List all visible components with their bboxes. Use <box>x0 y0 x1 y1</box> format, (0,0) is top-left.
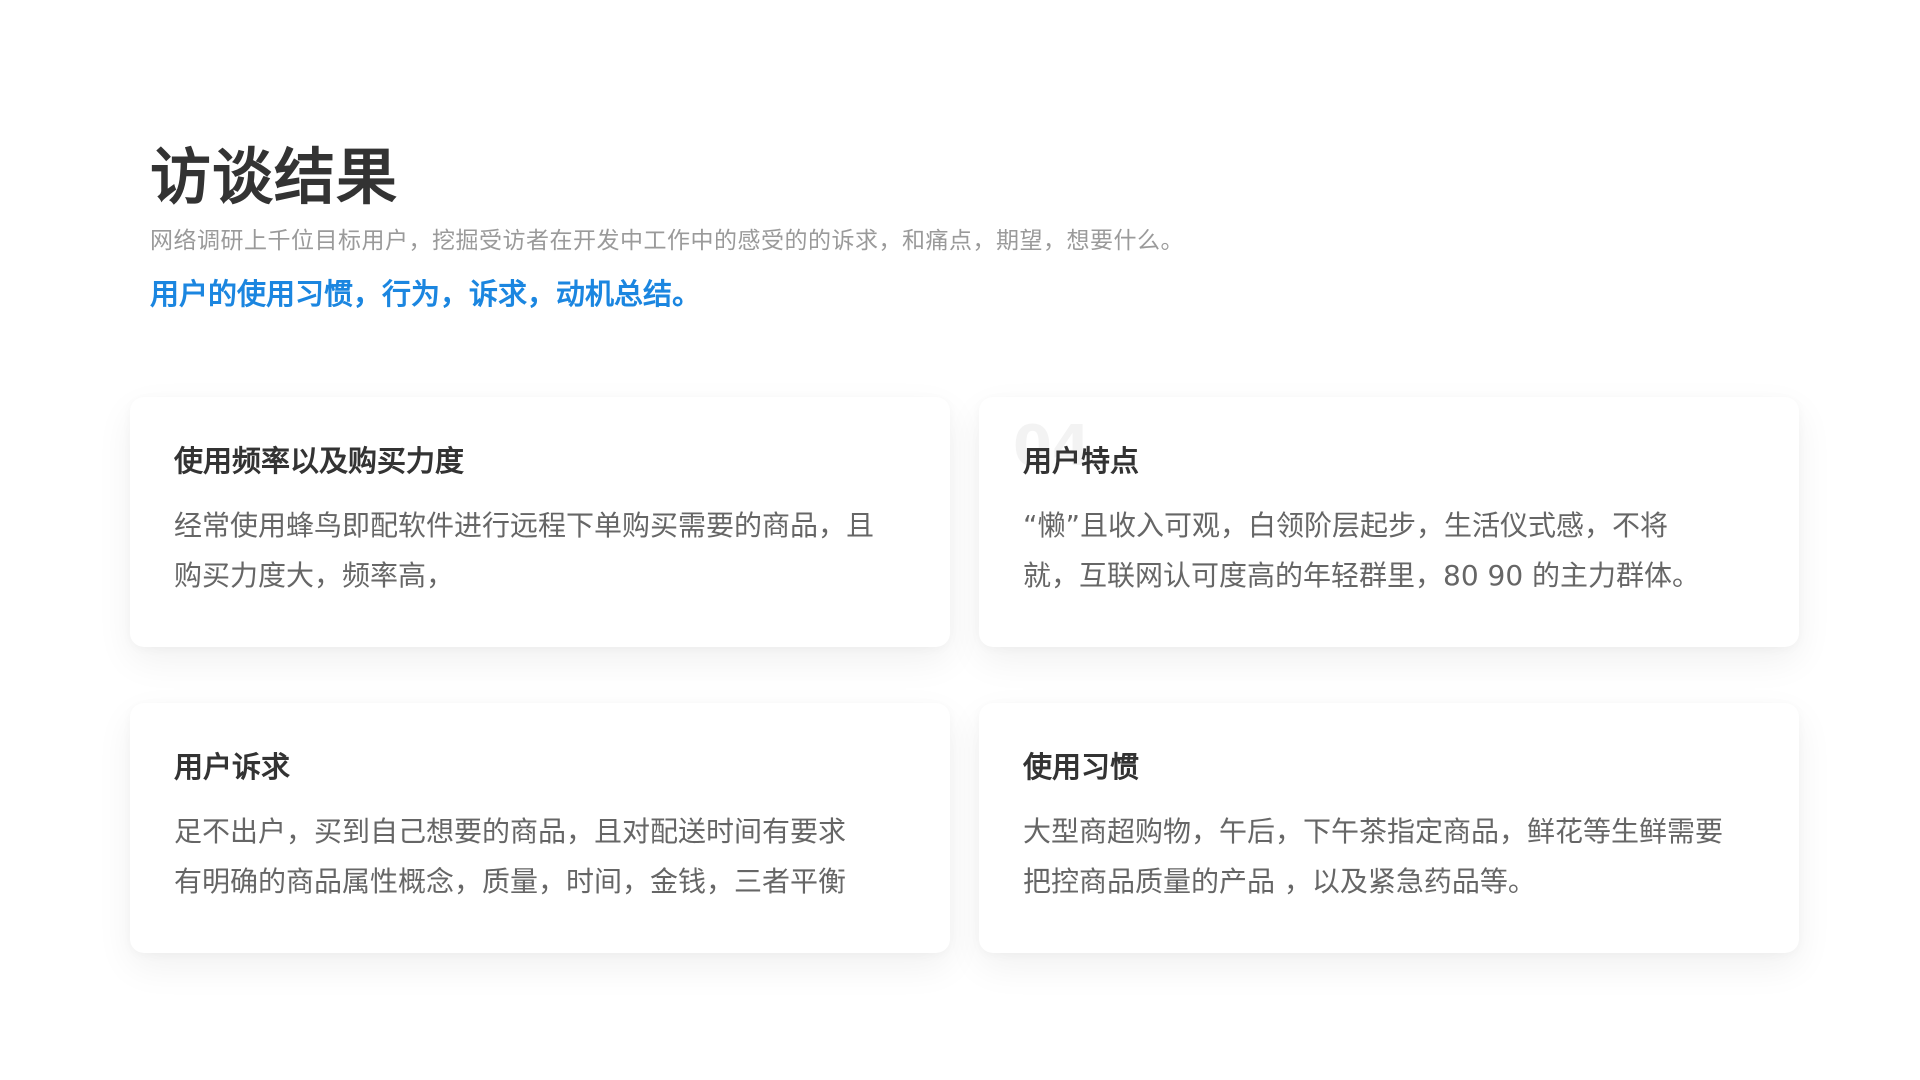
card-user-traits: 04 用户特点 “懒”且收入可观，白领阶层起步，生活仪式感，不将 就，互联网认可… <box>979 397 1799 647</box>
header: 访谈结果 网络调研上千位目标用户，挖掘受访者在开发中工作中的感受的的诉求，和痛点… <box>150 142 1770 314</box>
card-body: “懒”且收入可观，白领阶层起步，生活仪式感，不将 就，互联网认可度高的年轻群里，… <box>1023 501 1779 601</box>
card-body-line: 把控商品质量的产品 ，以及紧急药品等。 <box>1023 865 1536 898</box>
interview-results-slide: 访谈结果 网络调研上千位目标用户，挖掘受访者在开发中工作中的感受的的诉求，和痛点… <box>0 0 1920 1080</box>
card-body: 足不出户，买到自己想要的商品，且对配送时间有要求 有明确的商品属性概念，质量，时… <box>174 807 930 907</box>
card-body-line: 大型商超购物，午后，下午茶指定商品，鲜花等生鲜需要 <box>1023 815 1724 848</box>
card-body-line: 有明确的商品属性概念，质量，时间，金钱，三者平衡 <box>174 865 847 898</box>
card-body-line: 购买力度大，频率高， <box>174 559 455 592</box>
cards-grid: 使用频率以及购买力度 经常使用蜂鸟即配软件进行远程下单购买需要的商品，且 购买力… <box>130 397 1800 957</box>
card-user-demands: 用户诉求 足不出户，买到自己想要的商品，且对配送时间有要求 有明确的商品属性概念… <box>130 703 950 953</box>
page-highlight: 用户的使用习惯，行为，诉求，动机总结。 <box>150 277 702 311</box>
card-body-line: 经常使用蜂鸟即配软件进行远程下单购买需要的商品，且 <box>174 509 875 542</box>
card-body: 经常使用蜂鸟即配软件进行远程下单购买需要的商品，且 购买力度大，频率高， <box>174 501 930 601</box>
page-subtitle: 网络调研上千位目标用户，挖掘受访者在开发中工作中的感受的的诉求，和痛点，期望，想… <box>150 228 1184 254</box>
card-title: 用户特点 <box>1023 444 1140 478</box>
card-title: 使用习惯 <box>1023 750 1140 784</box>
card-usage-habits: 使用习惯 大型商超购物，午后，下午茶指定商品，鲜花等生鲜需要 把控商品质量的产品… <box>979 703 1799 953</box>
card-usage-frequency: 使用频率以及购买力度 经常使用蜂鸟即配软件进行远程下单购买需要的商品，且 购买力… <box>130 397 950 647</box>
card-body-line: 就，互联网认可度高的年轻群里，80 90 的主力群体。 <box>1023 559 1701 592</box>
page-title: 访谈结果 <box>150 142 399 213</box>
card-body: 大型商超购物，午后，下午茶指定商品，鲜花等生鲜需要 把控商品质量的产品 ，以及紧… <box>1023 807 1779 907</box>
card-title: 使用频率以及购买力度 <box>174 444 465 478</box>
card-body-line: 足不出户，买到自己想要的商品，且对配送时间有要求 <box>174 815 847 848</box>
card-title: 用户诉求 <box>174 750 291 784</box>
card-body-line: “懒”且收入可观，白领阶层起步，生活仪式感，不将 <box>1023 509 1669 542</box>
